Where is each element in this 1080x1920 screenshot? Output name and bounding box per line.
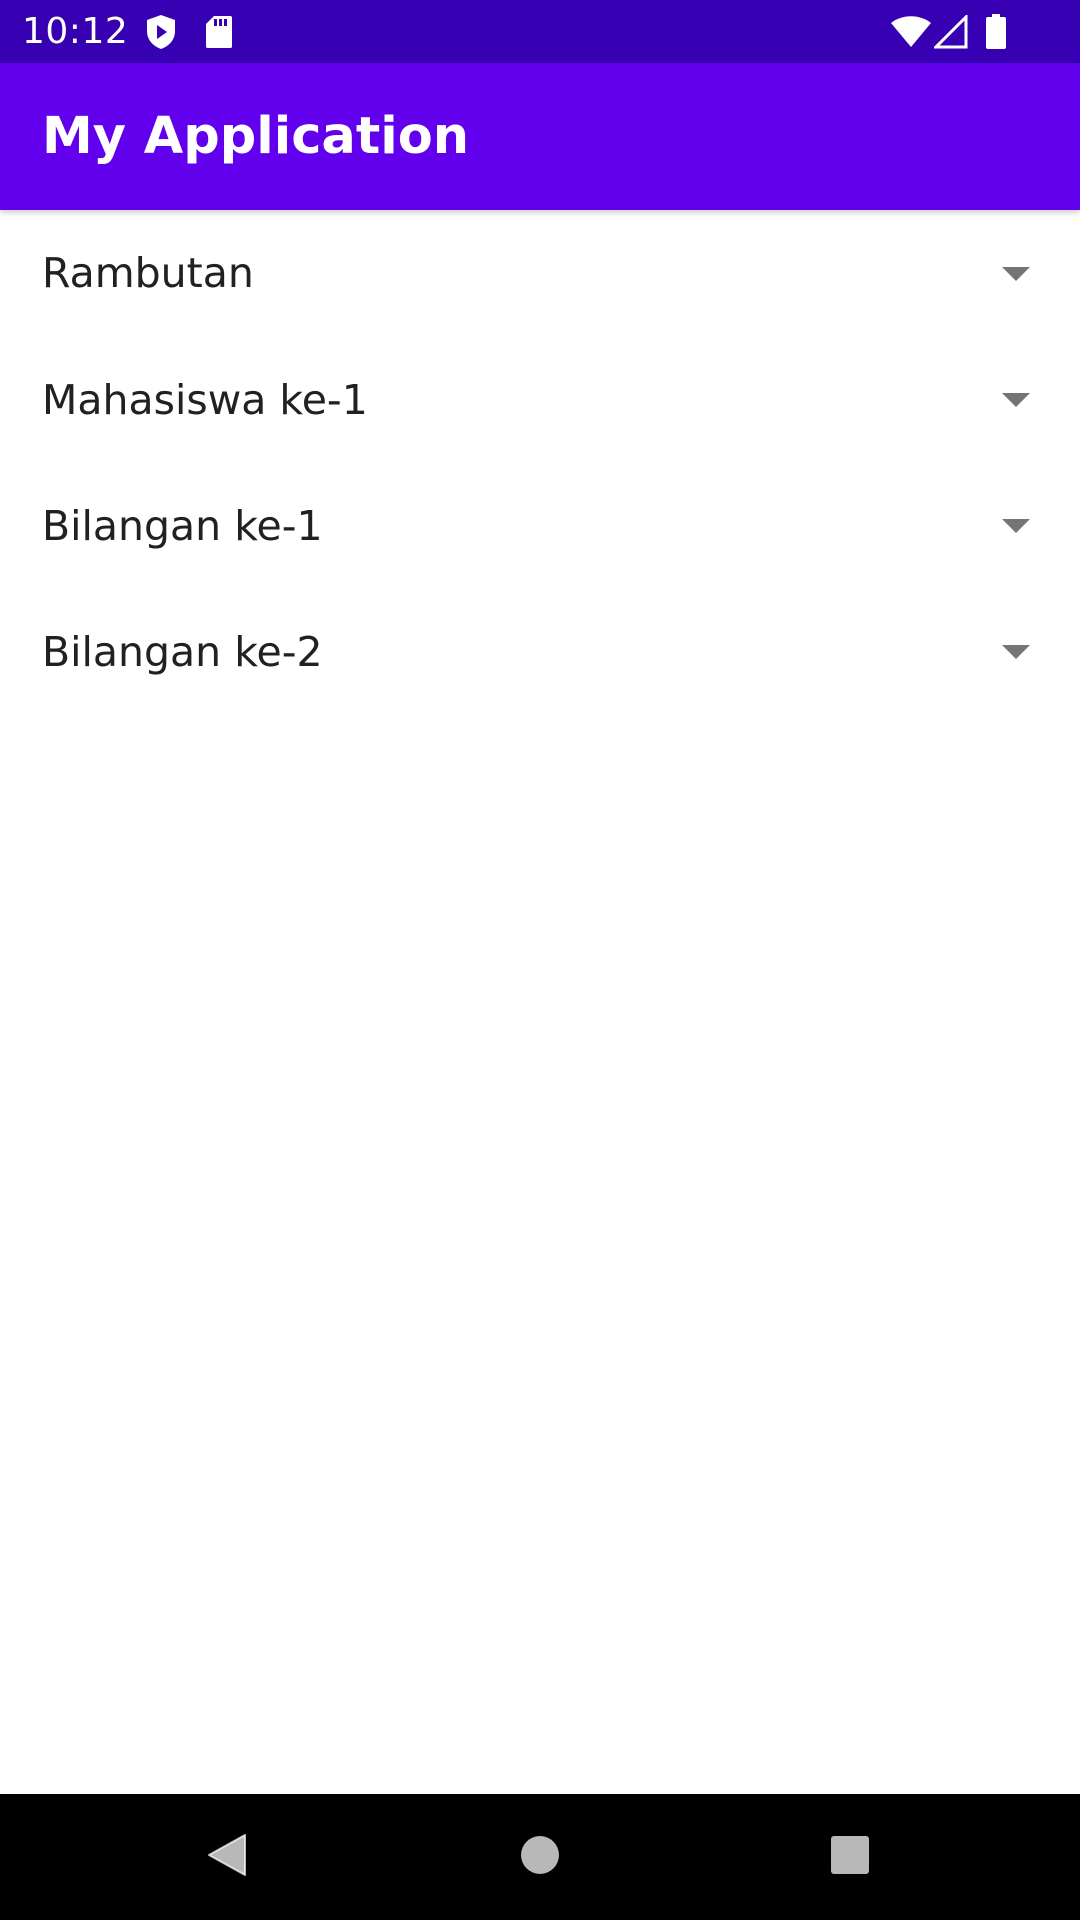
recents-icon <box>830 1835 870 1879</box>
status-time: 10:12 <box>22 11 129 52</box>
navigation-bar <box>0 1794 1080 1920</box>
back-button[interactable] <box>166 1794 286 1920</box>
shield-play-icon <box>145 0 177 63</box>
dropdown-arrow-icon <box>1002 393 1030 407</box>
battery-icon <box>985 0 1007 63</box>
spinner-number-1[interactable]: Bilangan ke-1 <box>0 463 1080 589</box>
cellular-signal-icon <box>934 0 968 63</box>
spinner-selected-value: Bilangan ke-1 <box>42 502 323 550</box>
sd-card-icon <box>205 0 233 63</box>
spinner-fruit[interactable]: Rambutan <box>0 210 1080 337</box>
home-icon <box>520 1835 560 1879</box>
spinner-number-2[interactable]: Bilangan ke-2 <box>0 589 1080 715</box>
dropdown-arrow-icon <box>1002 519 1030 533</box>
spinner-selected-value: Bilangan ke-2 <box>42 628 323 676</box>
spinner-list: Rambutan Mahasiswa ke-1 Bilangan ke-1 Bi… <box>0 210 1080 715</box>
back-icon <box>205 1833 247 1881</box>
status-bar: 10:12 <box>0 0 1080 63</box>
spinner-student[interactable]: Mahasiswa ke-1 <box>0 337 1080 463</box>
app-title: My Application <box>42 107 470 166</box>
app-screen: 10:12 My Application Rambutan Mahasiswa … <box>0 0 1080 1920</box>
home-button[interactable] <box>480 1794 600 1920</box>
spinner-selected-value: Mahasiswa ke-1 <box>42 376 368 424</box>
recents-button[interactable] <box>790 1794 910 1920</box>
wifi-icon <box>891 0 931 63</box>
app-bar: My Application <box>0 63 1080 210</box>
dropdown-arrow-icon <box>1002 266 1030 281</box>
spinner-selected-value: Rambutan <box>42 249 254 297</box>
dropdown-arrow-icon <box>1002 645 1030 659</box>
